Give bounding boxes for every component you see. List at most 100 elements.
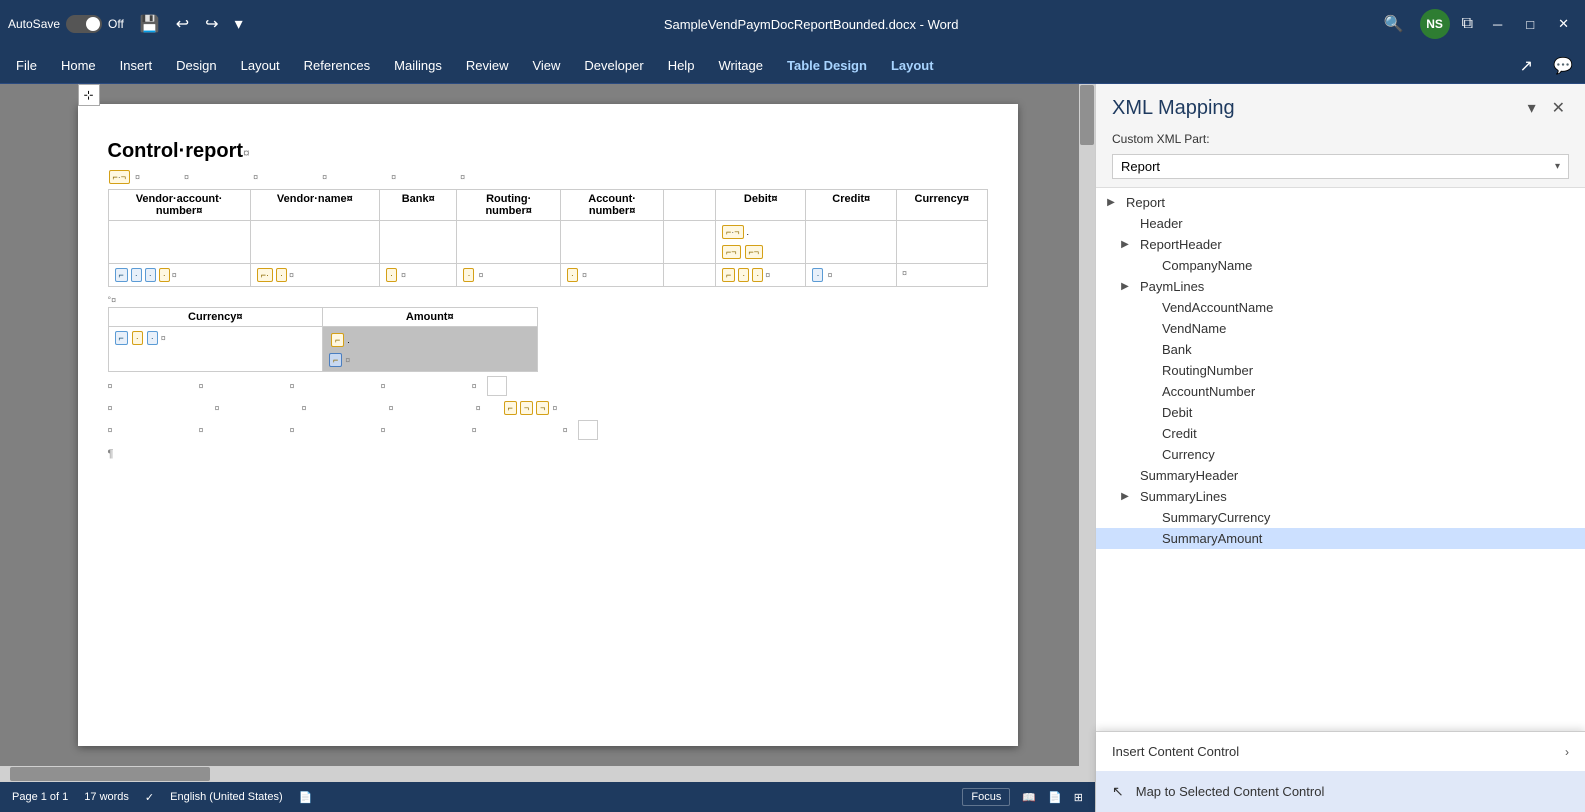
summary-amount-cell[interactable]: ⌐ . ⌐ ¤	[323, 327, 538, 372]
tree-arrow-report[interactable]: ▶	[1104, 197, 1118, 208]
tree-vendname[interactable]: VendName	[1096, 318, 1585, 339]
menu-design[interactable]: Design	[164, 52, 228, 79]
menu-writage[interactable]: Writage	[706, 52, 775, 79]
main-table: Vendor·account·number¤ Vendor·name¤ Bank…	[108, 189, 988, 287]
menu-layout-tab[interactable]: Layout	[879, 52, 946, 79]
cc-accnum[interactable]: ·	[567, 268, 578, 282]
cc-debit-2[interactable]: ⌐¬	[722, 245, 741, 259]
cc-debit-row2-2[interactable]: ·	[738, 268, 749, 282]
menu-table-design[interactable]: Table Design	[775, 52, 879, 79]
tree-arrow-paymlines[interactable]: ▶	[1118, 281, 1132, 292]
hscroll-thumb[interactable]	[10, 767, 210, 781]
horizontal-scrollbar[interactable]	[0, 766, 1095, 782]
document-scroll[interactable]: ⊹ Control·report¤ ⌐·¬ ¤ ¤ ¤ ¤ ¤ ¤	[0, 84, 1095, 766]
cc-debit-3[interactable]: ⌐¬	[745, 245, 764, 259]
cc-bottom1[interactable]: ⌐	[504, 401, 517, 415]
autosave-state: Off	[108, 17, 124, 31]
view-layout-icon[interactable]: 📄	[1048, 791, 1062, 804]
tree-report[interactable]: ▶ Report	[1096, 192, 1585, 213]
cc-dot3[interactable]: ·	[159, 268, 170, 282]
menu-insert[interactable]: Insert	[108, 52, 165, 79]
minimize-button[interactable]: ─	[1485, 13, 1510, 36]
restore-icon[interactable]: ⧉	[1458, 11, 1477, 37]
menu-home[interactable]: Home	[49, 52, 108, 79]
insert-content-control-item[interactable]: Insert Content Control ›	[1096, 732, 1585, 771]
menu-references[interactable]: References	[292, 52, 382, 79]
cc-vname2[interactable]: ·	[276, 268, 287, 282]
cc-debit-row2-1[interactable]: ⌐	[722, 268, 735, 282]
format-icon: 📄	[299, 791, 313, 804]
cc-bottom2[interactable]: ¬	[520, 401, 533, 415]
tree-companyname[interactable]: CompanyName	[1096, 255, 1585, 276]
tree-credit[interactable]: Credit	[1096, 423, 1585, 444]
cc-routing[interactable]: ·	[463, 268, 474, 282]
tree-routingnumber[interactable]: RoutingNumber	[1096, 360, 1585, 381]
tree-currency[interactable]: Currency	[1096, 444, 1585, 465]
tree-reportheader[interactable]: ▶ ReportHeader	[1096, 234, 1585, 255]
tree-accountnumber[interactable]: AccountNumber	[1096, 381, 1585, 402]
cc-sum-curr3[interactable]: ·	[147, 331, 158, 345]
scrollbar-thumb[interactable]	[1080, 85, 1094, 145]
close-button[interactable]: ✕	[1550, 12, 1577, 36]
comment-icon[interactable]: 💬	[1545, 52, 1581, 80]
tree-arrow-reportheader[interactable]: ▶	[1118, 239, 1132, 250]
cc-1[interactable]: ⌐·¬	[109, 170, 131, 184]
menu-layout[interactable]: Layout	[229, 52, 292, 79]
cc-dot2[interactable]: ·	[145, 268, 156, 282]
move-handle[interactable]: ⊹	[78, 84, 100, 106]
table-row-1: ⌐·¬ . ⌐¬ ⌐¬	[108, 221, 987, 264]
tree-summaryamount[interactable]: SummaryAmount	[1096, 528, 1585, 549]
tree-bank[interactable]: Bank	[1096, 339, 1585, 360]
cc-dot1[interactable]: ·	[131, 268, 142, 282]
xml-panel-header: XML Mapping ▾ ✕	[1096, 84, 1585, 128]
autosave-toggle[interactable]	[66, 15, 102, 33]
tree-summaryheader[interactable]: SummaryHeader	[1096, 465, 1585, 486]
focus-button[interactable]: Focus	[962, 788, 1010, 806]
view-web-icon[interactable]: ⊞	[1074, 791, 1083, 804]
tree-paymlines[interactable]: ▶ PaymLines	[1096, 276, 1585, 297]
cc-debit-row2-3[interactable]: ·	[752, 268, 763, 282]
save-icon[interactable]: 💾	[136, 10, 164, 38]
map-to-selected-label: Map to Selected Content Control	[1136, 784, 1325, 799]
customize-icon[interactable]: ▾	[231, 10, 247, 38]
tree-summarycurrency[interactable]: SummaryCurrency	[1096, 507, 1585, 528]
th-vendor-name: Vendor·name¤	[250, 190, 379, 221]
cc-bottom3[interactable]: ¬	[536, 401, 549, 415]
redo-icon[interactable]: ↪	[201, 10, 222, 38]
xml-panel-title: XML Mapping	[1112, 97, 1524, 120]
search-icon[interactable]: 🔍	[1376, 10, 1412, 38]
menu-view[interactable]: View	[520, 52, 572, 79]
map-to-selected-item[interactable]: ↖ Map to Selected Content Control	[1096, 771, 1585, 812]
share-icon[interactable]: ↗	[1512, 52, 1541, 80]
cc-vaccount[interactable]: ⌐	[115, 268, 128, 282]
cursor-icon: ↖	[1112, 783, 1124, 800]
tree-vendaccountname[interactable]: VendAccountName	[1096, 297, 1585, 318]
tree-summarylines[interactable]: ▶ SummaryLines	[1096, 486, 1585, 507]
menu-developer[interactable]: Developer	[572, 52, 655, 79]
view-read-icon[interactable]: 📖	[1022, 791, 1036, 804]
cc-credit[interactable]: ·	[812, 268, 823, 282]
tree-arrow-summarylines[interactable]: ▶	[1118, 491, 1132, 502]
cc-debit-1[interactable]: ⌐·¬	[722, 225, 744, 239]
tree-debit[interactable]: Debit	[1096, 402, 1585, 423]
user-avatar[interactable]: NS	[1420, 9, 1450, 39]
xml-panel-close[interactable]: ✕	[1548, 96, 1569, 120]
menu-help[interactable]: Help	[656, 52, 707, 79]
cc-sum-curr1[interactable]: ⌐	[115, 331, 128, 345]
menu-review[interactable]: Review	[454, 52, 521, 79]
vertical-scrollbar[interactable]	[1079, 84, 1095, 766]
xml-panel-collapse[interactable]: ▾	[1524, 96, 1540, 120]
tree-header[interactable]: Header	[1096, 213, 1585, 234]
cc-amount1[interactable]: ⌐	[331, 333, 344, 347]
menu-file[interactable]: File	[4, 52, 49, 79]
menu-mailings[interactable]: Mailings	[382, 52, 454, 79]
cc-sum-curr2[interactable]: ·	[132, 331, 143, 345]
proofing-icon[interactable]: ✓	[145, 791, 154, 804]
cc-vname1[interactable]: ⌐·	[257, 268, 273, 282]
language-info[interactable]: English (United States)	[170, 791, 283, 803]
cc-bank[interactable]: ·	[386, 268, 397, 282]
maximize-button[interactable]: □	[1518, 13, 1542, 36]
undo-icon[interactable]: ↩	[172, 10, 193, 38]
cc-amount2[interactable]: ⌐	[329, 353, 342, 367]
xml-part-dropdown[interactable]: Report ▾	[1112, 154, 1569, 179]
